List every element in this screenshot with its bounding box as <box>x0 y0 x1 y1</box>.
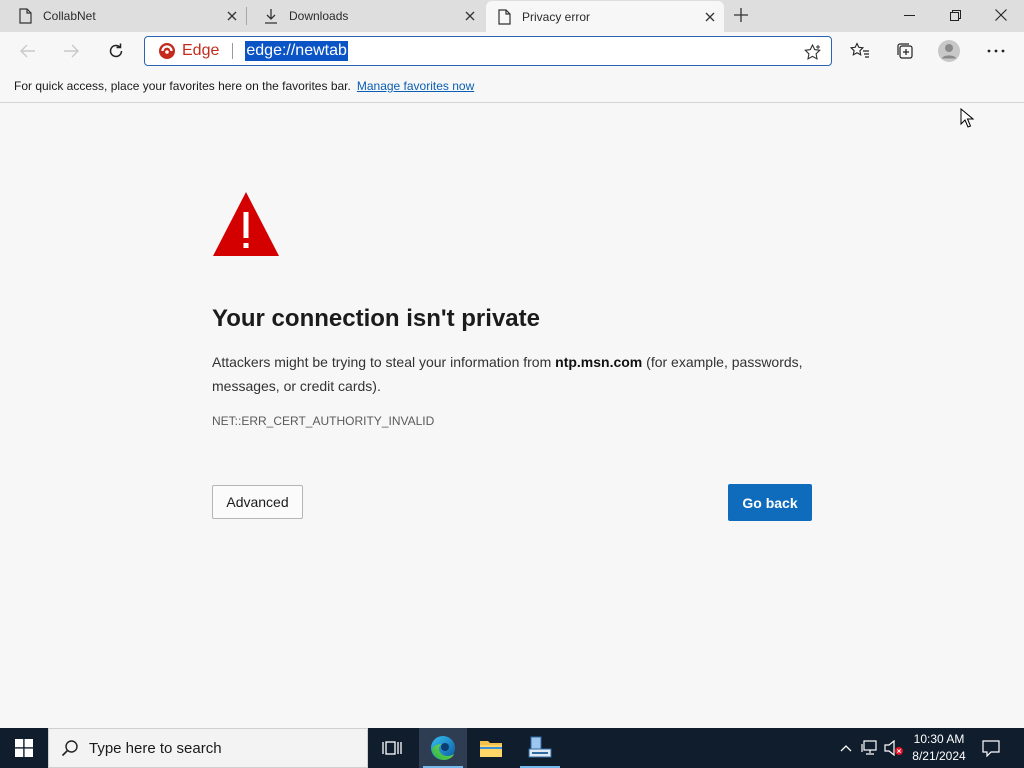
show-hidden-icons-button[interactable] <box>836 738 856 758</box>
taskbar-search[interactable]: Type here to search <box>48 728 368 768</box>
restore-icon <box>949 9 961 21</box>
favorites-button[interactable] <box>848 39 872 63</box>
browser-toolbar: Edge edge://newtab <box>0 32 1024 70</box>
manage-favorites-link[interactable]: Manage favorites now <box>357 79 474 93</box>
close-tab-icon[interactable] <box>462 8 478 24</box>
taskbar-file-explorer[interactable] <box>467 728 515 768</box>
error-page: Your connection isn't private Attackers … <box>0 104 1024 728</box>
close-window-button[interactable] <box>978 0 1024 30</box>
tab-label: CollabNet <box>43 9 96 23</box>
back-button[interactable] <box>13 36 43 66</box>
new-tab-button[interactable] <box>730 4 752 26</box>
favorites-bar-hint: For quick access, place your favorites h… <box>14 79 351 93</box>
favorites-bar: For quick access, place your favorites h… <box>0 70 1024 103</box>
page-icon <box>496 8 512 25</box>
go-back-button[interactable]: Go back <box>728 484 812 521</box>
url-text[interactable]: edge://newtab <box>245 41 348 61</box>
edge-browser-icon <box>431 736 455 760</box>
taskbar-remote-app[interactable] <box>516 728 564 768</box>
chevron-up-icon <box>840 745 852 752</box>
search-icon <box>61 739 79 757</box>
plus-icon <box>734 8 748 22</box>
not-secure-icon <box>159 43 175 59</box>
network-tray-icon[interactable] <box>860 738 880 758</box>
minimize-button[interactable] <box>886 0 932 30</box>
edge-badge[interactable]: Edge <box>158 42 219 60</box>
favorites-icon <box>850 42 869 58</box>
error-code: NET::ERR_CERT_AUTHORITY_INVALID <box>212 414 435 428</box>
clock-date: 8/21/2024 <box>912 749 966 763</box>
collections-icon <box>897 43 913 59</box>
more-icon <box>987 49 1005 53</box>
minimize-icon <box>903 14 915 16</box>
edge-badge-label: Edge <box>182 42 220 59</box>
windows-logo-icon <box>15 739 33 757</box>
forward-arrow-icon <box>64 44 79 58</box>
volume-tray-icon[interactable] <box>884 738 904 758</box>
task-view-icon <box>382 741 402 755</box>
task-view-button[interactable] <box>368 728 416 768</box>
back-arrow-icon <box>20 44 35 58</box>
clock-time: 10:30 AM <box>913 732 965 746</box>
host-name: ntp.msn.com <box>555 354 643 370</box>
address-divider <box>232 43 234 59</box>
settings-menu-button[interactable] <box>984 39 1008 63</box>
tab-privacy-error[interactable]: Privacy error <box>486 1 724 32</box>
system-clock[interactable]: 10:30 AM 8/21/2024 <box>906 731 972 765</box>
close-icon <box>995 9 1007 21</box>
tab-label: Privacy error <box>522 9 591 24</box>
refresh-icon <box>109 43 123 58</box>
forward-button[interactable] <box>56 36 86 66</box>
server-manager-icon <box>528 736 552 758</box>
tab-collabnet[interactable]: CollabNet <box>0 0 246 32</box>
avatar-icon <box>938 40 960 62</box>
collections-button[interactable] <box>893 39 917 63</box>
star-icon <box>803 44 821 60</box>
add-favorite-button[interactable] <box>803 43 821 61</box>
taskbar: Type here to search 10:30 AM 8/21/2024 <box>0 728 1024 768</box>
error-description: Attackers might be trying to steal your … <box>212 350 822 398</box>
search-placeholder: Type here to search <box>89 739 222 757</box>
tab-strip: CollabNet Downloads Privacy error <box>0 0 1024 32</box>
network-icon <box>861 740 877 755</box>
refresh-button[interactable] <box>101 36 131 66</box>
tab-downloads[interactable]: Downloads <box>246 0 484 32</box>
address-bar[interactable]: Edge edge://newtab <box>144 36 832 66</box>
page-icon <box>17 8 33 24</box>
close-tab-icon[interactable] <box>702 9 718 25</box>
close-tab-icon[interactable] <box>224 8 240 24</box>
warning-icon <box>213 192 279 256</box>
folder-icon <box>480 741 502 757</box>
download-icon <box>263 8 279 24</box>
taskbar-edge[interactable] <box>419 728 467 768</box>
volume-muted-icon <box>884 740 903 756</box>
notification-icon <box>982 739 1000 757</box>
profile-button[interactable] <box>937 39 961 63</box>
error-title: Your connection isn't private <box>212 305 540 332</box>
restore-button[interactable] <box>932 0 978 30</box>
start-button[interactable] <box>0 728 48 768</box>
mouse-cursor-icon <box>960 108 974 128</box>
action-center-button[interactable] <box>978 736 1004 760</box>
advanced-button[interactable]: Advanced <box>212 485 303 519</box>
tab-label: Downloads <box>289 9 349 23</box>
description-text: Attackers might be trying to steal your … <box>212 354 556 370</box>
